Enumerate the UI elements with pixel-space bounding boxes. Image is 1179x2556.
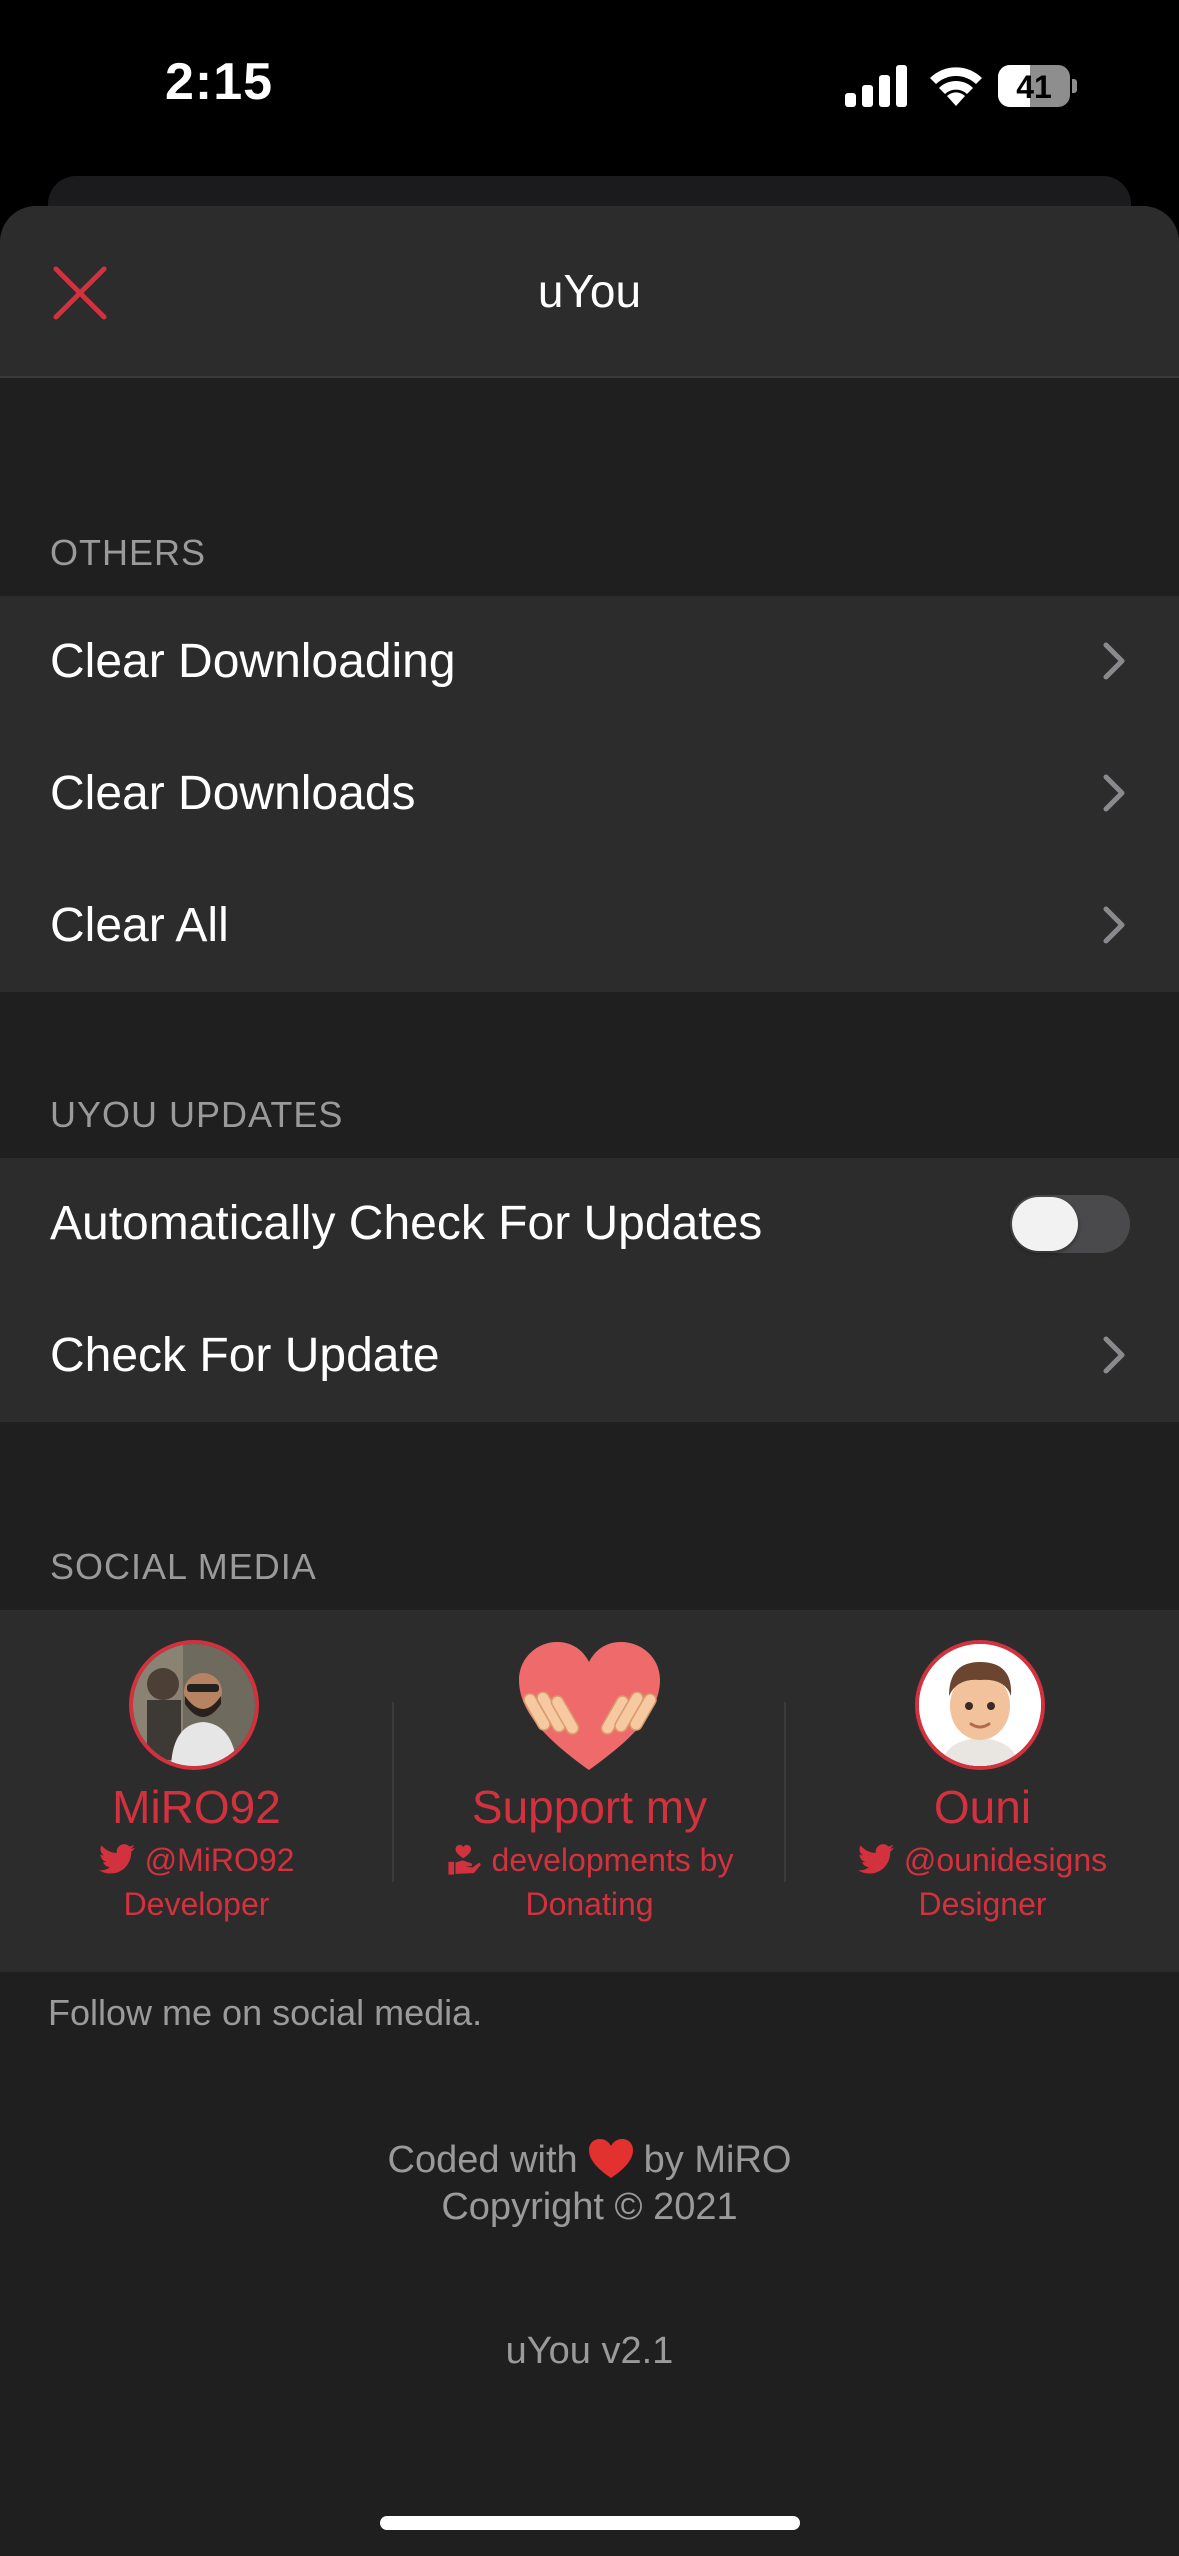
section-header-updates: UYOU UPDATES bbox=[50, 1094, 344, 1135]
status-time: 2:15 bbox=[165, 53, 274, 111]
row-label: Clear Downloads bbox=[50, 767, 416, 820]
battery-icon: 41 bbox=[998, 65, 1078, 107]
twitter-icon bbox=[98, 1844, 135, 1874]
donate-icon bbox=[447, 1844, 481, 1875]
cellular-signal-icon bbox=[845, 65, 907, 107]
heart-hands-icon bbox=[519, 1642, 660, 1770]
social-handle: @MiRO92 bbox=[144, 1842, 295, 1878]
clear-downloading-row[interactable]: Clear Downloading bbox=[0, 596, 1179, 728]
auto-check-updates-toggle[interactable] bbox=[1010, 1195, 1130, 1253]
version-text: uYou v2.1 bbox=[505, 2330, 674, 2372]
social-handle-line: @ounidesigns bbox=[786, 1842, 1179, 1879]
twitter-icon bbox=[857, 1844, 894, 1874]
coded-by-text: by MiRO bbox=[643, 2139, 792, 2181]
clear-all-row[interactable]: Clear All bbox=[0, 860, 1179, 992]
miro92-avatar bbox=[129, 1640, 259, 1770]
social-item-ouni[interactable]: Ouni @ounidesigns Designer bbox=[786, 1610, 1179, 1972]
section-header-social: SOCIAL MEDIA bbox=[50, 1546, 317, 1587]
status-bar: 2:15 41 bbox=[0, 0, 1179, 175]
row-label: Clear All bbox=[50, 899, 229, 952]
battery-level: 41 bbox=[1016, 69, 1052, 105]
wifi-icon bbox=[930, 67, 982, 106]
social-name: Ouni bbox=[933, 1781, 1032, 1833]
social-role: Designer bbox=[918, 1886, 1047, 1922]
social-handle-line: @MiRO92 bbox=[0, 1842, 393, 1879]
home-indicator bbox=[380, 2516, 800, 2530]
toggle-knob bbox=[1012, 1197, 1078, 1251]
social-name: MiRO92 bbox=[112, 1781, 281, 1833]
row-label: Check For Update bbox=[50, 1329, 440, 1382]
copyright-text: Copyright © 2021 bbox=[441, 2186, 738, 2228]
ouni-avatar bbox=[915, 1640, 1045, 1770]
chevron-right-icon bbox=[1103, 774, 1125, 812]
row-label: Clear Downloading bbox=[50, 635, 456, 688]
social-media-card: MiRO92 @MiRO92 Developer Support my deve… bbox=[0, 1610, 1179, 1972]
chevron-right-icon bbox=[1103, 906, 1125, 944]
settings-sheet: uYou OTHERS Clear Downloading Clear Down… bbox=[0, 206, 1179, 2556]
red-heart-icon bbox=[588, 2139, 633, 2178]
social-role: Donating bbox=[525, 1886, 654, 1922]
social-name: Support my bbox=[471, 1781, 708, 1833]
navigation-bar: uYou bbox=[0, 206, 1179, 378]
social-role: Developer bbox=[123, 1886, 270, 1922]
social-item-miro92[interactable]: MiRO92 @MiRO92 Developer bbox=[0, 1610, 393, 1972]
others-group: Clear Downloading Clear Downloads Clear … bbox=[0, 596, 1179, 992]
social-handle: @ounidesigns bbox=[903, 1842, 1108, 1878]
chevron-right-icon bbox=[1103, 1336, 1125, 1374]
social-handle-line: developments by bbox=[393, 1842, 786, 1879]
social-handle: developments by bbox=[491, 1842, 734, 1878]
auto-check-updates-row: Automatically Check For Updates bbox=[0, 1158, 1179, 1290]
updates-group: Automatically Check For Updates Check Fo… bbox=[0, 1158, 1179, 1422]
row-label: Automatically Check For Updates bbox=[50, 1197, 763, 1250]
coded-with-line: Coded with by MiRO bbox=[0, 2138, 1179, 2182]
section-header-others: OTHERS bbox=[50, 532, 207, 573]
check-for-update-row[interactable]: Check For Update bbox=[0, 1290, 1179, 1422]
coded-with-text: Coded with bbox=[387, 2139, 578, 2181]
page-title: uYou bbox=[537, 265, 642, 317]
chevron-right-icon bbox=[1103, 642, 1125, 680]
clear-downloads-row[interactable]: Clear Downloads bbox=[0, 728, 1179, 860]
social-item-donate[interactable]: Support my developments by Donating bbox=[393, 1610, 786, 1972]
social-footnote: Follow me on social media. bbox=[48, 1992, 483, 2033]
